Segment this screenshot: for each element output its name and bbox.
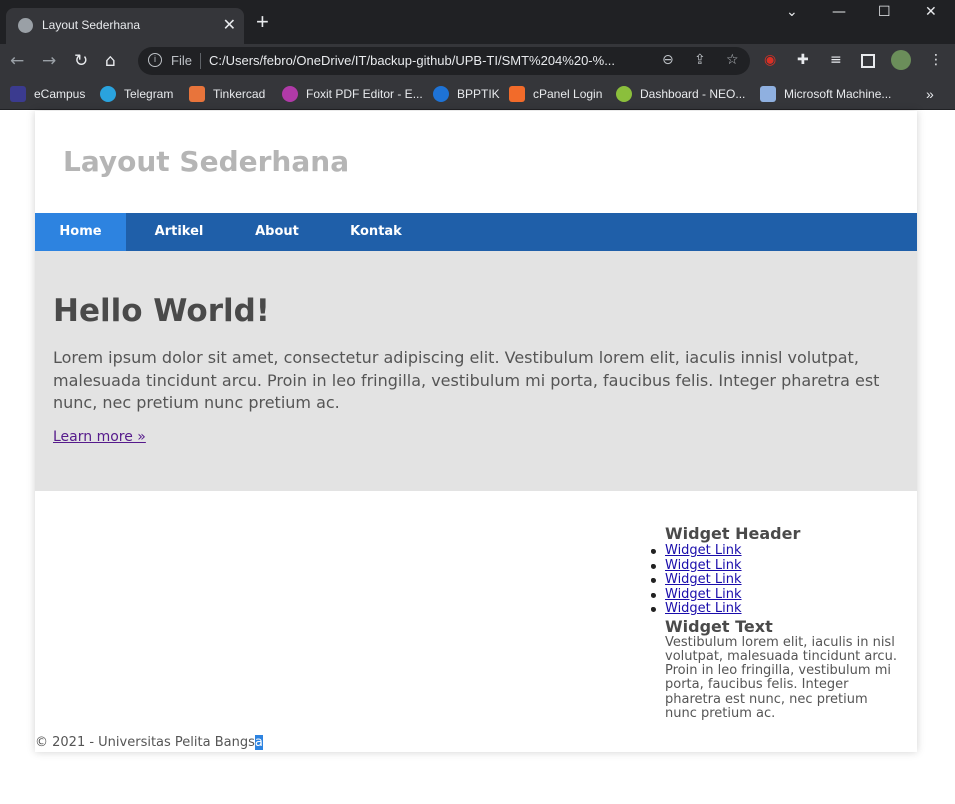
- list-item: Widget Link: [651, 558, 900, 574]
- bookmark-neo[interactable]: Dashboard - NEO...: [616, 85, 745, 103]
- bookmark-label: Tinkercad: [213, 87, 266, 101]
- widget-link-list: Widget Link Widget Link Widget Link Widg…: [651, 543, 900, 617]
- side-panel-icon[interactable]: [861, 54, 875, 68]
- widget-link[interactable]: Widget Link: [665, 601, 742, 616]
- zoom-icon[interactable]: ⊖: [662, 52, 674, 68]
- reading-list-icon[interactable]: ≡: [830, 52, 848, 70]
- bookmark-label: Microsoft Machine...: [784, 87, 892, 101]
- bookmark-telegram[interactable]: Telegram: [100, 85, 173, 103]
- more-bookmarks-button[interactable]: »: [926, 85, 934, 103]
- close-window-button[interactable]: ✕: [925, 4, 937, 20]
- telegram-icon: [100, 86, 116, 102]
- extension-eye-icon[interactable]: ◉: [764, 52, 782, 70]
- browser-toolbar: ← → ↻ ⌂ i File C:/Users/febro/OneDrive/I…: [0, 44, 955, 78]
- bookmark-ecampus[interactable]: eCampus: [10, 85, 85, 103]
- widget-link[interactable]: Widget Link: [665, 543, 742, 558]
- tab-title: Layout Sederhana: [42, 18, 141, 32]
- bpptik-icon: [433, 86, 449, 102]
- site-container: Layout Sederhana Home Artikel About Kont…: [35, 111, 917, 752]
- bookmark-label: BPPTIK: [457, 87, 500, 101]
- footer: © 2021 - Universitas Pelita Bangsa: [35, 735, 263, 750]
- cpanel-icon: [509, 86, 525, 102]
- back-icon[interactable]: ←: [10, 52, 24, 70]
- url-text[interactable]: C:/Users/febro/OneDrive/IT/backup-github…: [209, 53, 649, 68]
- list-item: Widget Link: [651, 601, 900, 617]
- learn-more-link[interactable]: Learn more »: [53, 429, 146, 445]
- tab-search-icon[interactable]: ⌄: [786, 4, 798, 20]
- list-item: Widget Link: [651, 572, 900, 588]
- nav-kontak[interactable]: Kontak: [339, 213, 413, 251]
- site-title: Layout Sederhana: [63, 145, 350, 178]
- list-item: Widget Link: [651, 543, 900, 559]
- sidebar: Widget Header Widget Link Widget Link Wi…: [651, 524, 900, 721]
- minimize-button[interactable]: —: [832, 4, 846, 20]
- widget-link[interactable]: Widget Link: [665, 558, 742, 573]
- bookmark-tinkercad[interactable]: Tinkercad: [189, 85, 265, 103]
- bookmark-label: eCampus: [34, 87, 86, 101]
- bookmark-microsoft-machine[interactable]: Microsoft Machine...: [760, 85, 891, 103]
- share-icon[interactable]: ⇪: [694, 52, 706, 68]
- hero-title: Hello World!: [53, 293, 270, 329]
- home-icon[interactable]: ⌂: [105, 52, 116, 70]
- footer-selected-text: a: [254, 735, 263, 750]
- site-header: Layout Sederhana: [35, 111, 917, 213]
- bookmark-star-icon[interactable]: ☆: [726, 52, 739, 68]
- bookmark-foxit[interactable]: Foxit PDF Editor - E...: [282, 85, 423, 103]
- nav-artikel[interactable]: Artikel: [142, 213, 216, 251]
- bookmark-cpanel[interactable]: cPanel Login: [509, 85, 602, 103]
- globe-icon: [18, 18, 33, 33]
- ecampus-icon: [10, 86, 26, 102]
- bookmark-label: Dashboard - NEO...: [640, 87, 746, 101]
- tinkercad-icon: [189, 86, 205, 102]
- hero-text: Lorem ipsum dolor sit amet, consectetur …: [53, 348, 880, 412]
- avatar[interactable]: [891, 50, 911, 70]
- file-label: File: [171, 53, 192, 68]
- widget-link[interactable]: Widget Link: [665, 572, 742, 587]
- forward-icon[interactable]: →: [42, 52, 56, 70]
- new-tab-button[interactable]: +: [256, 11, 269, 33]
- footer-text: © 2021 - Universitas Pelita Bangs: [35, 735, 255, 750]
- tab-close-icon[interactable]: ✕: [223, 15, 236, 35]
- reload-icon[interactable]: ↻: [74, 52, 88, 70]
- widget-link[interactable]: Widget Link: [665, 587, 742, 602]
- nav-home[interactable]: Home: [35, 213, 126, 251]
- address-bar[interactable]: i File C:/Users/febro/OneDrive/IT/backup…: [138, 47, 750, 75]
- bookmark-bpptik[interactable]: BPPTIK: [433, 85, 500, 103]
- foxit-icon: [282, 86, 298, 102]
- list-item: Widget Link: [651, 587, 900, 603]
- puzzle-icon[interactable]: ✚: [797, 52, 815, 70]
- bookmark-label: Telegram: [124, 87, 174, 101]
- main-nav: Home Artikel About Kontak: [35, 213, 917, 251]
- bookmarks-bar: eCampus Telegram Tinkercad Foxit PDF Edi…: [0, 78, 955, 110]
- url-separator: [200, 53, 201, 69]
- widget-text-title: Widget Text: [665, 616, 773, 636]
- page-viewport: Layout Sederhana Home Artikel About Kont…: [0, 111, 955, 804]
- info-icon[interactable]: i: [148, 53, 162, 67]
- widget-text: Vestibulum lorem elit, iaculis in nisl v…: [665, 634, 897, 721]
- nav-about[interactable]: About: [240, 213, 314, 251]
- neo-icon: [616, 86, 632, 102]
- widget-header: Widget Header: [665, 524, 801, 543]
- maximize-button[interactable]: ☐: [878, 4, 891, 20]
- browser-tab[interactable]: Layout Sederhana ✕: [6, 8, 244, 44]
- flask-icon: [760, 86, 776, 102]
- hero-section: Hello World! Lorem ipsum dolor sit amet,…: [35, 251, 917, 491]
- bookmark-label: cPanel Login: [533, 87, 603, 101]
- bookmark-label: Foxit PDF Editor - E...: [306, 87, 423, 101]
- menu-icon[interactable]: ⋮: [929, 52, 947, 70]
- browser-tab-strip: Layout Sederhana ✕ + ⌄ — ☐ ✕: [0, 0, 955, 44]
